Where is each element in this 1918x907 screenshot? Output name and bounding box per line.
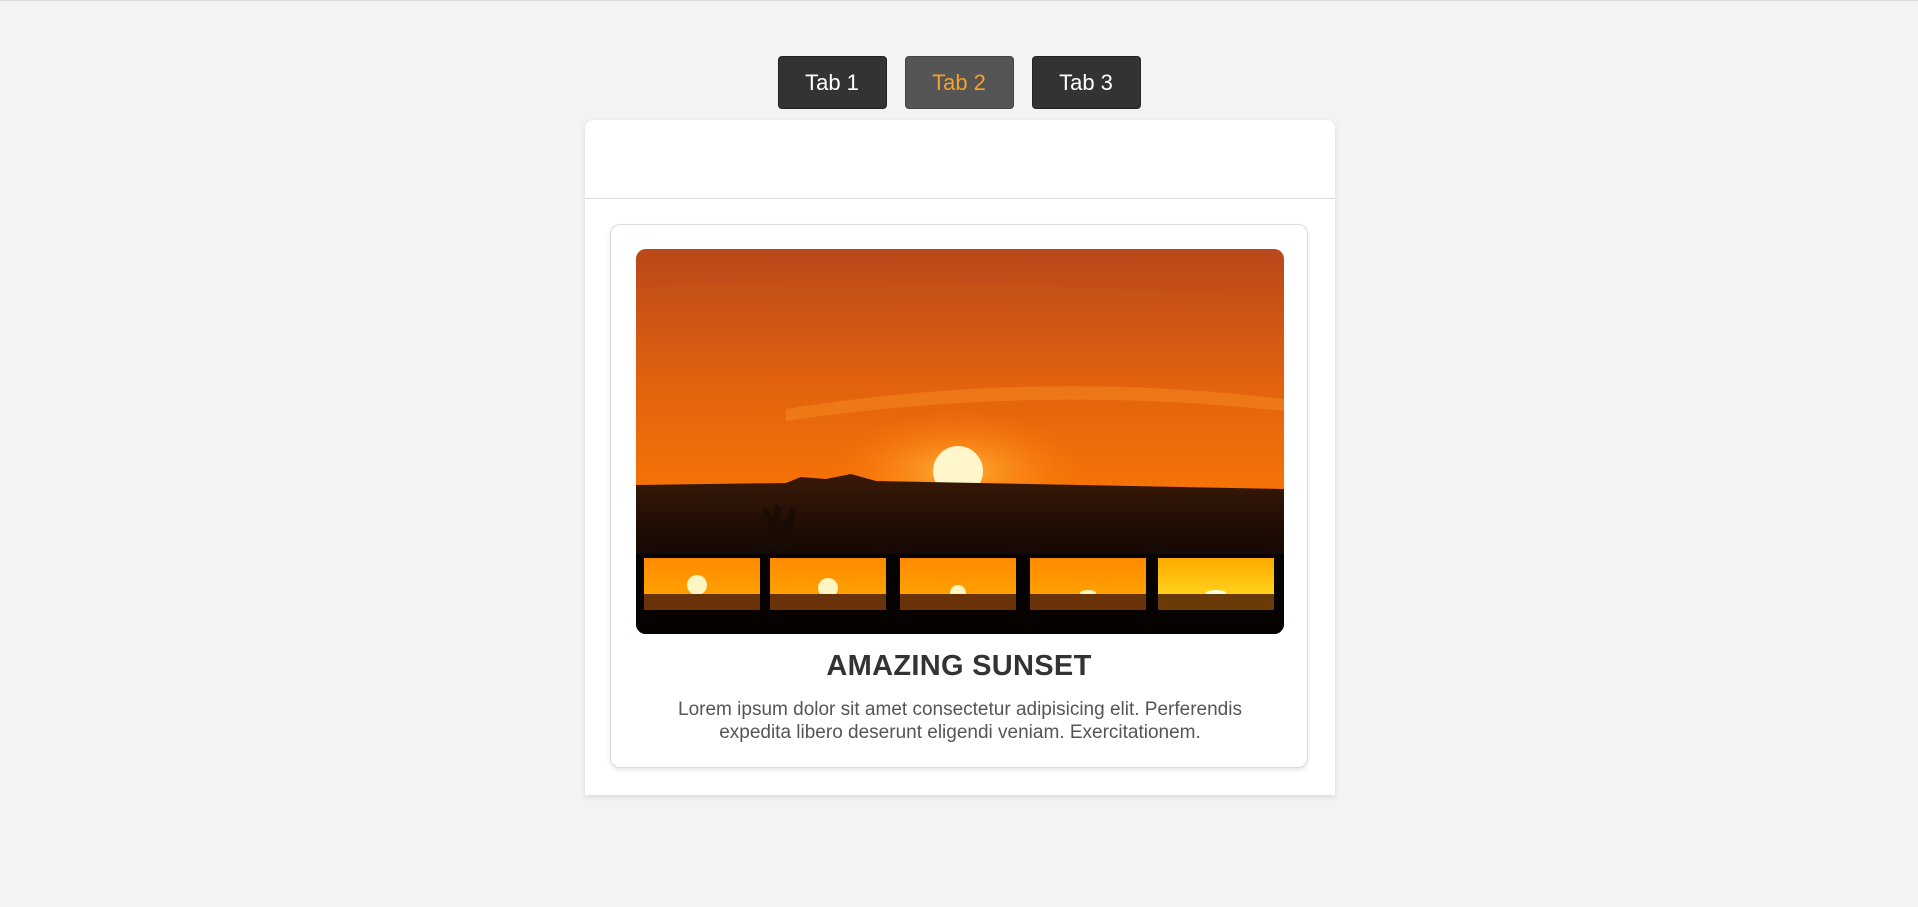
tab-bar: Tab 1 Tab 2 Tab 3 — [0, 56, 1918, 109]
sunset-image — [636, 249, 1284, 634]
content-card: AMAZING SUNSET Lorem ipsum dolor sit ame… — [610, 224, 1308, 768]
tab-3[interactable]: Tab 3 — [1031, 56, 1141, 109]
panel-header — [585, 120, 1335, 199]
card-title: AMAZING SUNSET — [826, 650, 1092, 682]
tab-1[interactable]: Tab 1 — [777, 56, 887, 109]
tab-content-panel: AMAZING SUNSET Lorem ipsum dolor sit ame… — [585, 120, 1335, 795]
card-description: Lorem ipsum dolor sit amet consectetur a… — [678, 699, 1242, 743]
tab-2[interactable]: Tab 2 — [904, 56, 1014, 109]
